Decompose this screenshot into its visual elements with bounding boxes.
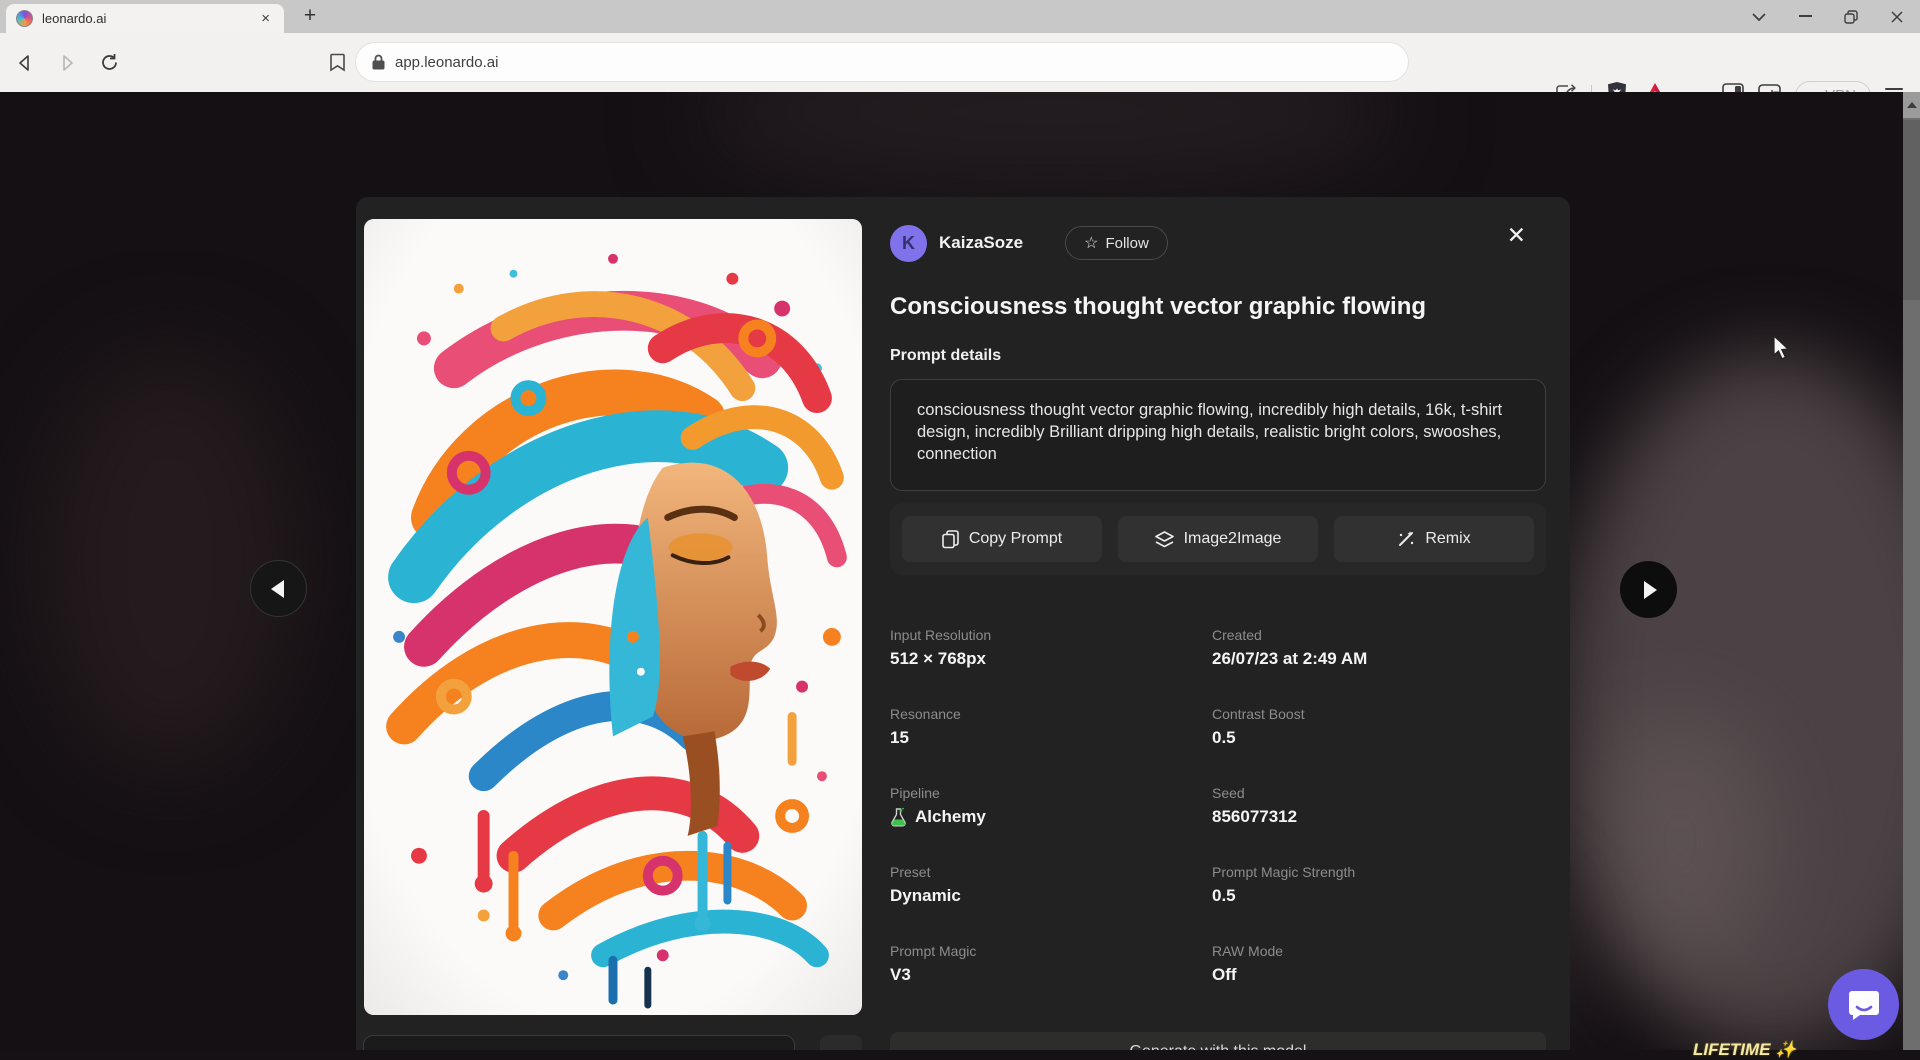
avatar[interactable]: K <box>890 225 927 262</box>
star-icon: ☆ <box>1084 233 1098 253</box>
wand-icon <box>1397 530 1415 548</box>
generate-with-model-button[interactable]: Generate with this model <box>890 1032 1546 1050</box>
image2image-label: Image2Image <box>1184 530 1282 548</box>
url-text: app.leonardo.ai <box>395 54 498 71</box>
detail-contrast-boost: Contrast Boost 0.5 <box>1212 706 1546 748</box>
layers-icon <box>1155 531 1174 548</box>
blurred-background <box>700 92 1400 192</box>
chevron-left-icon <box>271 580 284 598</box>
copy-prompt-label: Copy Prompt <box>969 530 1062 548</box>
address-bar[interactable]: app.leonardo.ai <box>356 43 1408 81</box>
detail-preset: Preset Dynamic <box>890 864 1212 906</box>
detail-pipeline: Pipeline Alchemy <box>890 785 1212 827</box>
copy-prompt-button[interactable]: Copy Prompt <box>902 516 1102 562</box>
action-bar: Copy Prompt Image2Image Remix <box>890 503 1546 575</box>
prompt-text: consciousness thought vector graphic flo… <box>917 400 1521 465</box>
next-image-button[interactable] <box>1620 561 1677 618</box>
follow-label: Follow <box>1105 235 1148 252</box>
remix-button[interactable]: Remix <box>1334 516 1534 562</box>
prompt-box: consciousness thought vector graphic flo… <box>890 379 1546 491</box>
chat-bubble-icon <box>1846 987 1882 1023</box>
detail-prompt-magic-strength: Prompt Magic Strength 0.5 <box>1212 864 1546 906</box>
scrollbar[interactable] <box>1903 92 1920 1050</box>
browser-tab[interactable]: leonardo.ai × <box>6 4 284 33</box>
lifetime-badge: LIFETIME ✨ <box>1693 1040 1796 1060</box>
leonardo-favicon <box>16 10 33 27</box>
prompt-input-partial[interactable] <box>363 1035 795 1050</box>
blurred-background <box>1590 712 1770 972</box>
detail-created: Created 26/07/23 at 2:49 AM <box>1212 627 1546 669</box>
scrollbar-thumb[interactable] <box>1903 120 1920 300</box>
tab-title: leonardo.ai <box>42 11 257 26</box>
close-window-button[interactable] <box>1874 0 1920 33</box>
tab-search-chevron-icon[interactable] <box>1736 0 1782 33</box>
detail-resonance: Resonance 15 <box>890 706 1212 748</box>
restore-button[interactable] <box>1828 0 1874 33</box>
window-controls <box>1736 0 1920 33</box>
new-tab-button[interactable]: + <box>296 2 324 30</box>
generation-title: Consciousness thought vector graphic flo… <box>890 293 1546 321</box>
flask-icon <box>890 807 907 827</box>
close-icon[interactable]: ✕ <box>1507 224 1526 247</box>
detail-input-resolution: Input Resolution 512 × 768px <box>890 627 1212 669</box>
copy-icon <box>942 530 959 549</box>
back-button[interactable] <box>8 46 42 80</box>
previous-image-button[interactable] <box>250 560 307 617</box>
minimize-button[interactable] <box>1782 0 1828 33</box>
mouse-cursor <box>1772 335 1792 366</box>
remix-label: Remix <box>1425 530 1470 548</box>
creator-row: K KaizaSoze ☆ Follow ✕ <box>890 224 1546 262</box>
follow-button[interactable]: ☆ Follow <box>1065 226 1168 260</box>
detail-prompt-magic: Prompt Magic V3 <box>890 943 1212 985</box>
creator-name[interactable]: KaizaSoze <box>939 233 1023 253</box>
detail-seed: Seed 856077312 <box>1212 785 1546 827</box>
image2image-button[interactable]: Image2Image <box>1118 516 1318 562</box>
browser-toolbar: app.leonardo.ai <box>0 33 1920 92</box>
lock-icon <box>372 54 385 70</box>
forward-button[interactable] <box>50 46 84 80</box>
prompt-details-heading: Prompt details <box>890 347 1001 365</box>
dice-button-partial[interactable] <box>820 1035 862 1050</box>
generated-image[interactable] <box>364 219 862 1015</box>
detail-raw-mode: RAW Mode Off <box>1212 943 1546 985</box>
tab-close-icon[interactable]: × <box>257 10 274 27</box>
bookmark-icon[interactable] <box>320 46 354 80</box>
tab-strip: leonardo.ai × + <box>0 0 1920 33</box>
reload-button[interactable] <box>92 46 126 80</box>
chat-support-button[interactable] <box>1828 969 1899 1040</box>
generation-detail-modal: K KaizaSoze ☆ Follow ✕ Consciousness tho… <box>356 197 1570 1050</box>
scrollbar-up-arrow[interactable] <box>1903 92 1920 118</box>
generation-details-grid: Input Resolution 512 × 768px Created 26/… <box>890 627 1546 985</box>
chevron-right-icon <box>1644 581 1657 599</box>
blurred-background <box>40 352 300 772</box>
